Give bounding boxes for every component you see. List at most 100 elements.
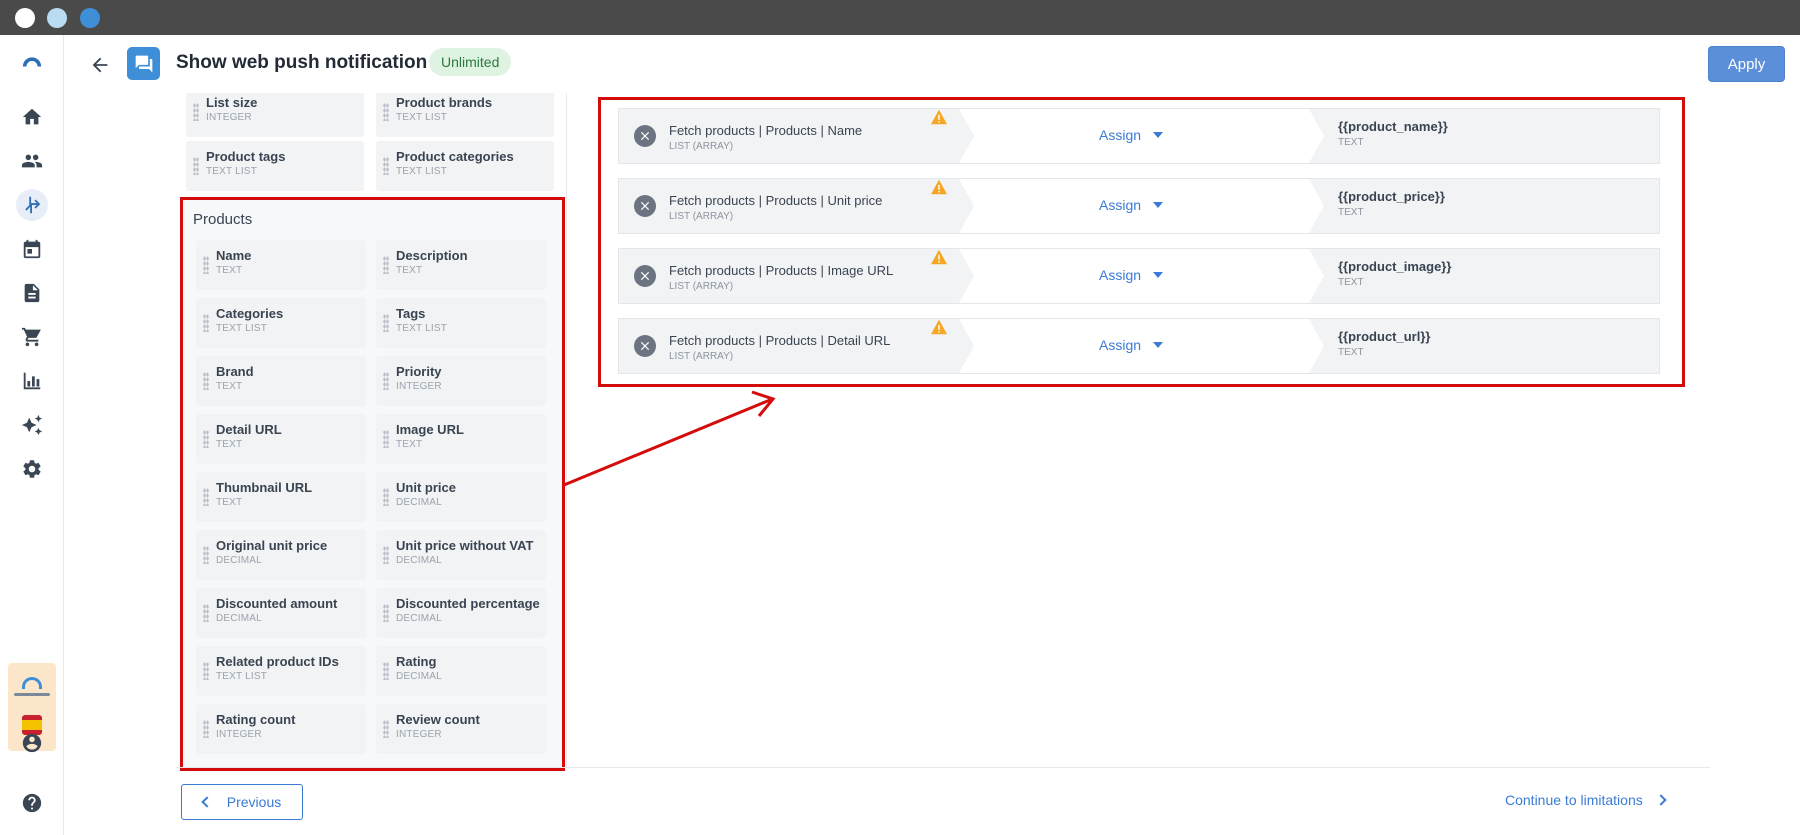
field-name: Detail URL — [216, 422, 282, 437]
product-field-chip[interactable]: Detail URL TEXT — [196, 414, 366, 464]
field-name: Discounted amount — [216, 596, 338, 611]
product-field-chip[interactable]: Rating DECIMAL — [376, 646, 546, 696]
drag-handle-icon[interactable] — [203, 314, 209, 332]
product-field-chip[interactable]: Name TEXT — [196, 240, 366, 290]
product-field-chip[interactable]: Brand TEXT — [196, 356, 366, 406]
mapping-action[interactable]: Assign — [954, 179, 1309, 233]
drag-handle-icon[interactable] — [383, 546, 389, 564]
assign-label: Assign — [1099, 337, 1142, 353]
product-field-chip[interactable]: Description TEXT — [376, 240, 546, 290]
mapping-target-type: TEXT — [1338, 277, 1364, 288]
promo-caption — [14, 693, 50, 696]
drag-handle-icon[interactable] — [383, 314, 389, 332]
warning-icon — [931, 249, 947, 265]
calendar-icon[interactable] — [16, 233, 48, 265]
continue-label: Continue to limitations — [1505, 792, 1643, 808]
field-chip[interactable]: Product categories TEXT LIST — [376, 141, 554, 191]
assign-dropdown[interactable]: Assign — [1099, 267, 1164, 283]
product-field-chip[interactable]: Related product IDs TEXT LIST — [196, 646, 366, 696]
app-logo-icon[interactable] — [16, 45, 48, 77]
settings-icon[interactable] — [16, 453, 48, 485]
drag-handle-icon[interactable] — [383, 372, 389, 390]
remove-mapping-icon[interactable] — [634, 265, 656, 287]
remove-mapping-icon[interactable] — [634, 125, 656, 147]
window-maximize-dot[interactable] — [80, 8, 100, 28]
drag-handle-icon[interactable] — [203, 720, 209, 738]
assign-dropdown[interactable]: Assign — [1099, 337, 1164, 353]
mapping-action[interactable]: Assign — [954, 109, 1309, 163]
caret-down-icon — [1153, 272, 1164, 278]
products-group-title: Products — [193, 211, 253, 228]
documents-icon[interactable] — [16, 277, 48, 309]
drag-handle-icon[interactable] — [203, 372, 209, 390]
assign-dropdown[interactable]: Assign — [1099, 127, 1164, 143]
page-header: Show web push notification Unlimited App… — [64, 35, 1800, 93]
mapping-source-name: Fetch products | Products | Detail URL — [669, 333, 891, 348]
mapping-action[interactable]: Assign — [954, 319, 1309, 373]
continue-to-limitations-link[interactable]: Continue to limitations — [1505, 792, 1667, 808]
drag-handle-icon[interactable] — [383, 256, 389, 274]
ai-sparkle-icon[interactable] — [16, 409, 48, 441]
product-field-chip[interactable]: Review count INTEGER — [376, 704, 546, 754]
field-name: Unit price — [396, 480, 456, 495]
mapping-source-type: LIST (ARRAY) — [669, 141, 734, 152]
field-chip[interactable]: Product brands TEXT LIST — [376, 93, 554, 137]
product-field-chip[interactable]: Priority INTEGER — [376, 356, 546, 406]
field-chip[interactable]: Product tags TEXT LIST — [186, 141, 364, 191]
field-name: List size — [206, 95, 258, 110]
drag-handle-icon[interactable] — [193, 103, 199, 121]
window-minimize-dot[interactable] — [47, 8, 67, 28]
help-icon[interactable] — [16, 787, 48, 819]
mapping-target-name: {{product_price}} — [1338, 189, 1445, 204]
field-type: TEXT LIST — [396, 112, 448, 123]
product-field-chip[interactable]: Tags TEXT LIST — [376, 298, 546, 348]
product-field-chip[interactable]: Thumbnail URL TEXT — [196, 472, 366, 522]
drag-handle-icon[interactable] — [203, 604, 209, 622]
field-name: Tags — [396, 306, 426, 321]
apply-button[interactable]: Apply — [1708, 46, 1785, 82]
field-type: TEXT LIST — [216, 323, 268, 334]
cart-icon[interactable] — [16, 321, 48, 353]
home-icon[interactable] — [16, 101, 48, 133]
product-field-chip[interactable]: Image URL TEXT — [376, 414, 546, 464]
product-field-chip[interactable]: Unit price DECIMAL — [376, 472, 546, 522]
chevron-left-icon — [201, 796, 213, 808]
field-chip[interactable]: List size INTEGER — [186, 93, 364, 137]
drag-handle-icon[interactable] — [383, 103, 389, 121]
scenarios-icon[interactable] — [16, 189, 48, 221]
drag-handle-icon[interactable] — [383, 604, 389, 622]
product-field-chip[interactable]: Unit price without VAT DECIMAL — [376, 530, 546, 580]
warning-icon — [931, 179, 947, 195]
drag-handle-icon[interactable] — [383, 662, 389, 680]
warning-icon — [931, 319, 947, 335]
drag-handle-icon[interactable] — [383, 720, 389, 738]
drag-handle-icon[interactable] — [203, 256, 209, 274]
drag-handle-icon[interactable] — [383, 488, 389, 506]
previous-button[interactable]: Previous — [181, 784, 303, 820]
drag-handle-icon[interactable] — [203, 430, 209, 448]
field-name: Priority — [396, 364, 442, 379]
drag-handle-icon[interactable] — [203, 546, 209, 564]
drag-handle-icon[interactable] — [383, 157, 389, 175]
product-field-chip[interactable]: Discounted amount DECIMAL — [196, 588, 366, 638]
product-field-chip[interactable]: Categories TEXT LIST — [196, 298, 366, 348]
product-field-chip[interactable]: Original unit price DECIMAL — [196, 530, 366, 580]
remove-mapping-icon[interactable] — [634, 335, 656, 357]
window-titlebar — [0, 0, 1800, 35]
drag-handle-icon[interactable] — [193, 157, 199, 175]
product-field-chip[interactable]: Discounted percentage DECIMAL — [376, 588, 546, 638]
analytics-icon[interactable] — [16, 365, 48, 397]
contacts-icon[interactable] — [16, 145, 48, 177]
mapping-action[interactable]: Assign — [954, 249, 1309, 303]
drag-handle-icon[interactable] — [383, 430, 389, 448]
assign-dropdown[interactable]: Assign — [1099, 197, 1164, 213]
brand-logo-icon — [22, 677, 42, 689]
back-button[interactable] — [84, 49, 116, 81]
remove-mapping-icon[interactable] — [634, 195, 656, 217]
account-icon[interactable] — [16, 727, 48, 759]
drag-handle-icon[interactable] — [203, 662, 209, 680]
field-type: DECIMAL — [396, 671, 442, 682]
window-close-dot[interactable] — [15, 8, 35, 28]
product-field-chip[interactable]: Rating count INTEGER — [196, 704, 366, 754]
drag-handle-icon[interactable] — [203, 488, 209, 506]
